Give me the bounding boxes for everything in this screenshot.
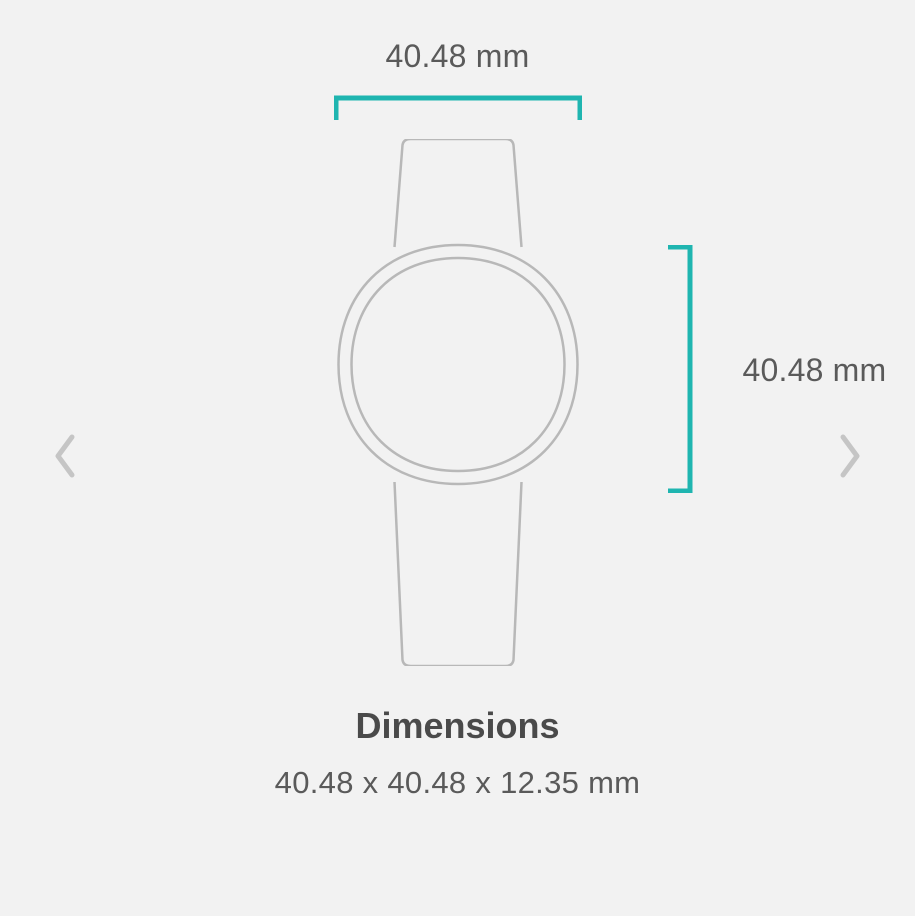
dimensions-diagram: 40.48 mm 40.48 mm bbox=[183, 20, 733, 700]
caption-dimensions: 40.48 x 40.48 x 12.35 mm bbox=[0, 765, 915, 801]
width-bracket-icon bbox=[334, 95, 582, 120]
chevron-right-icon bbox=[837, 433, 863, 484]
chevron-left-icon bbox=[52, 433, 78, 484]
height-measurement-label: 40.48 mm bbox=[743, 352, 887, 389]
previous-button[interactable] bbox=[45, 428, 85, 488]
height-bracket-icon bbox=[668, 245, 693, 493]
caption: Dimensions 40.48 x 40.48 x 12.35 mm bbox=[0, 705, 915, 801]
caption-title: Dimensions bbox=[0, 705, 915, 747]
width-measurement-label: 40.48 mm bbox=[386, 38, 530, 75]
watch-outline-icon bbox=[336, 139, 579, 666]
next-button[interactable] bbox=[830, 428, 870, 488]
